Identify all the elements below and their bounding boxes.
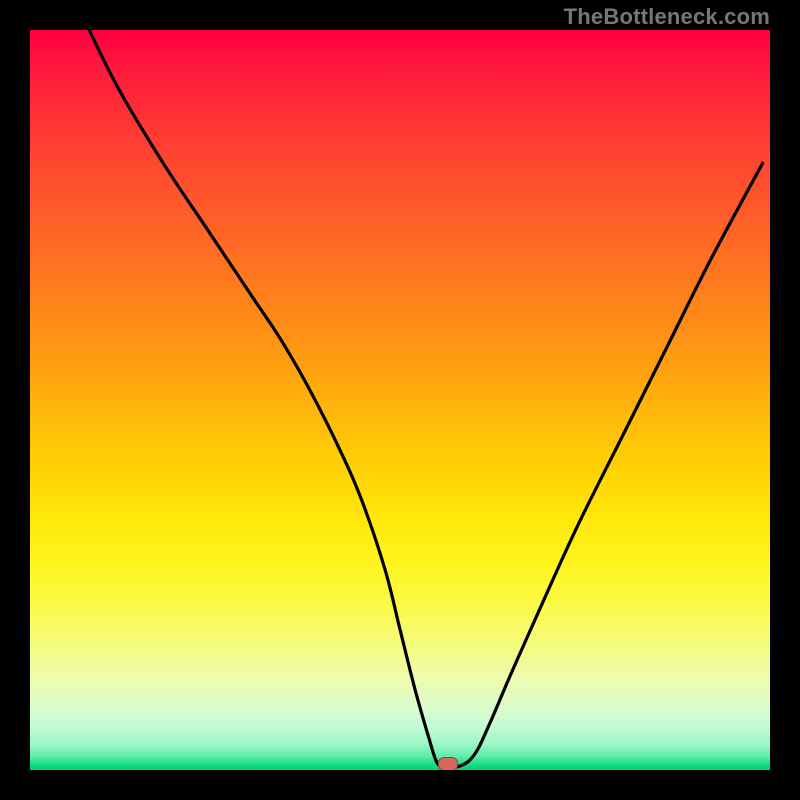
curve-path [89,30,762,767]
chart-frame: TheBottleneck.com [0,0,800,800]
watermark-text: TheBottleneck.com [564,4,770,30]
plot-area [30,30,770,770]
curve-svg [30,30,770,770]
minimum-marker [438,757,458,770]
